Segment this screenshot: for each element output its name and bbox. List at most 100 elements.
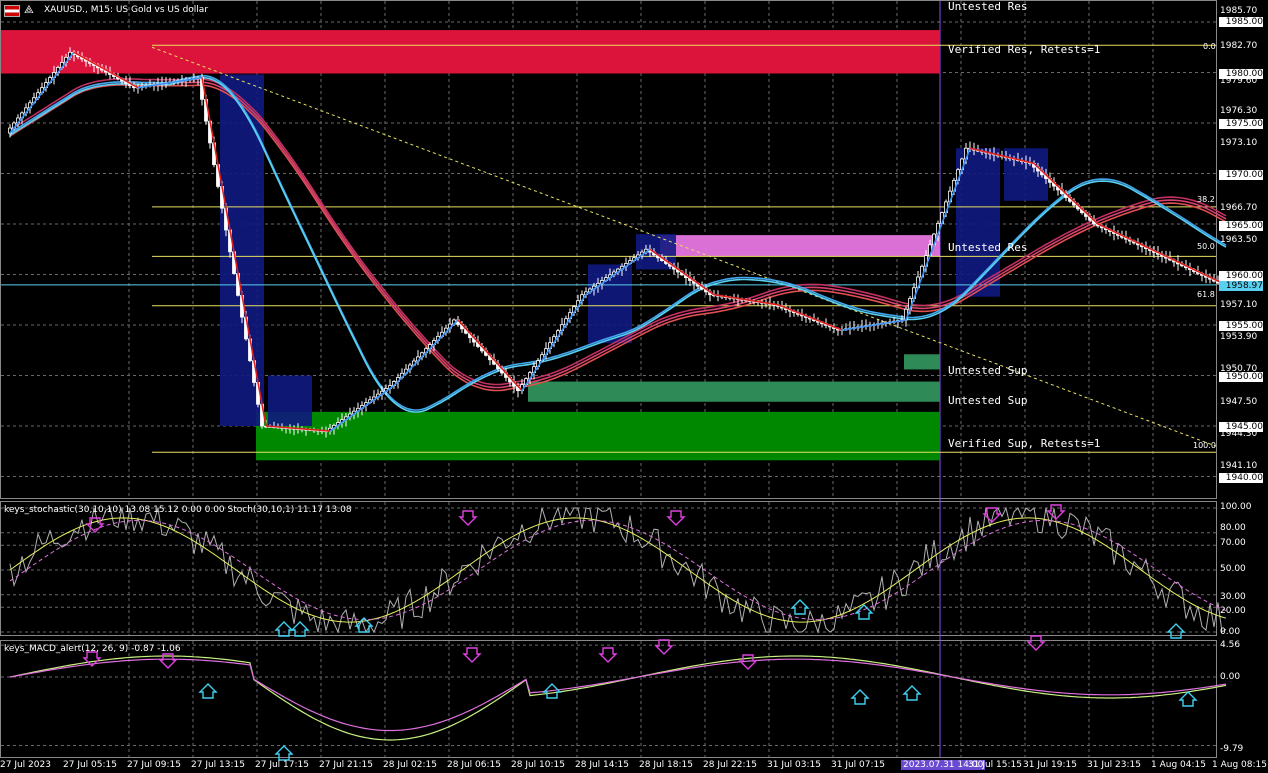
price-label: 1947.50	[1220, 397, 1258, 407]
stoch-level-label: 80.00	[1220, 523, 1246, 533]
time-label: 31 Jul 19:15	[1023, 760, 1077, 770]
zone-label-verified-res: Verified Res, Retests=1	[948, 43, 1101, 56]
zone-label-untested-sup-2: Untested Sup	[948, 394, 1028, 407]
price-box-label: 1980.00	[1219, 69, 1263, 79]
impulse-box	[220, 74, 264, 427]
fib-label-0: 0.0	[1203, 42, 1216, 51]
time-label: 27 Jul 17:15	[255, 760, 309, 770]
sell-arrow-icon	[1046, 504, 1066, 520]
moving-average-line	[9, 74, 1227, 411]
price-box-label: 1975.00	[1219, 119, 1263, 129]
stoch-level-label: 100.00	[1220, 502, 1252, 512]
stoch-k-line	[9, 517, 1227, 623]
zone-verified-res	[1, 30, 940, 74]
fib-label-100: 100.0	[1193, 441, 1216, 450]
price-label: 1963.50	[1220, 235, 1258, 245]
time-label: 28 Jul 02:15	[383, 760, 437, 770]
stoch-level-label: 50.00	[1220, 564, 1246, 574]
buy-arrow-icon	[274, 621, 294, 637]
stoch-level-label: 0.00	[1220, 627, 1241, 637]
time-label: 28 Jul 18:15	[639, 760, 693, 770]
current-price-label: 1958.97	[1219, 281, 1263, 291]
time-label: 28 Jul 10:15	[511, 760, 565, 770]
price-label: 1941.10	[1220, 461, 1258, 471]
zone-label-untested-res-top: Untested Res	[948, 0, 1028, 13]
time-label: 27 Jul 21:15	[319, 760, 373, 770]
zone-label-verified-sup: Verified Sup, Retests=1	[948, 437, 1101, 450]
stoch-level-label: 30.00	[1220, 592, 1246, 602]
symbol-title: XAUUSD., M15: US Gold vs US dollar	[44, 5, 209, 15]
price-label: 1976.30	[1220, 106, 1258, 116]
sell-arrow-icon	[654, 639, 674, 655]
macd-level-label: 4.56	[1220, 640, 1241, 650]
impulse-box	[268, 375, 312, 426]
sell-arrow-icon	[1026, 635, 1046, 651]
time-label: 27 Jul 13:15	[191, 760, 245, 770]
candles	[8, 47, 1224, 438]
sell-arrow-icon	[666, 510, 686, 526]
fib-label-61-8: 61.8	[1197, 290, 1215, 299]
price-box-label: 1985.00	[1219, 17, 1263, 27]
stoch-level-label: 20.00	[1220, 606, 1246, 616]
sell-arrow-icon	[462, 647, 482, 663]
zigzag-leg	[393, 319, 459, 387]
time-label: 28 Jul 14:15	[575, 760, 629, 770]
macd-signal-line	[9, 658, 1227, 732]
price-box-label: 1960.00	[1219, 271, 1263, 281]
zone-untested-sup-1	[904, 354, 940, 370]
price-label: 1957.10	[1220, 300, 1258, 310]
price-label: 1973.10	[1220, 138, 1258, 148]
zone-untested-sup-2	[528, 381, 940, 402]
macd-level-label: -9.79	[1220, 744, 1244, 754]
zigzag-leg	[1097, 223, 1163, 256]
price-box-label: 1940.00	[1219, 473, 1263, 483]
time-label: 27 Jul 09:15	[127, 760, 181, 770]
chart-canvas[interactable]	[0, 0, 1268, 773]
buy-arrow-icon	[198, 683, 218, 699]
buy-arrow-icon	[902, 685, 922, 701]
price-label: 1982.70	[1220, 41, 1258, 51]
zigzag-leg	[777, 304, 843, 331]
flag-icon	[4, 5, 20, 17]
stoch-pane-frame	[0, 501, 1217, 636]
buy-arrow-icon	[850, 689, 870, 705]
time-label: 28 Jul 06:15	[447, 760, 501, 770]
buy-arrow-icon	[1178, 691, 1198, 707]
price-box-label: 1965.00	[1219, 221, 1263, 231]
trading-chart-window[interactable]: ⟁ XAUUSD., M15: US Gold vs US dollar Unt…	[0, 0, 1268, 773]
time-label: 27 Jul 2023	[0, 760, 51, 770]
moving-averages	[9, 74, 1227, 413]
price-box-label: 1955.00	[1219, 321, 1263, 331]
fib-label-38-2: 38.2	[1197, 195, 1215, 204]
fib-label-50: 50.0	[1197, 242, 1215, 251]
time-label: 1 Aug 08:15	[1212, 760, 1267, 770]
time-label: 31 Jul 23:15	[1087, 760, 1141, 770]
zigzag-legs	[9, 51, 1227, 432]
stoch-level-label: 70.00	[1220, 538, 1246, 548]
chart-mode-icon[interactable]: ⟁	[24, 4, 38, 16]
macd-main-line	[9, 655, 1227, 741]
macd-level-label: 0.00	[1220, 672, 1241, 682]
moving-average-line	[9, 76, 1227, 413]
macd-pane-frame	[0, 640, 1217, 758]
price-label: 1966.70	[1220, 203, 1258, 213]
time-label: 31 Jul 03:15	[767, 760, 821, 770]
zone-verified-sup	[256, 411, 940, 461]
zigzag-leg	[713, 293, 779, 306]
stoch-title: keys_stochastic(30,10,10) 13.08 15.12 0.…	[4, 505, 352, 515]
time-label: 31 Jul 15:15	[968, 760, 1022, 770]
time-label: 28 Jul 22:15	[703, 760, 757, 770]
zone-label-untested-res-mid: Untested Res	[948, 241, 1028, 254]
time-label: 1 Aug 04:15	[1151, 760, 1206, 770]
time-label: 27 Jul 05:15	[63, 760, 117, 770]
price-label: 1953.90	[1220, 332, 1258, 342]
macd-title: keys_MACD_alert(12, 26, 9) -0.87 -1.06	[4, 644, 181, 654]
sr-zones	[1, 30, 940, 461]
sell-arrow-icon	[598, 647, 618, 663]
time-label: 31 Jul 07:15	[831, 760, 885, 770]
zone-label-untested-sup-1: Untested Sup	[948, 364, 1028, 377]
stoch-d-line	[9, 519, 1227, 621]
buy-arrow-icon	[290, 621, 310, 637]
price-box-label: 1945.00	[1219, 422, 1263, 432]
price-box-label: 1970.00	[1219, 170, 1263, 180]
